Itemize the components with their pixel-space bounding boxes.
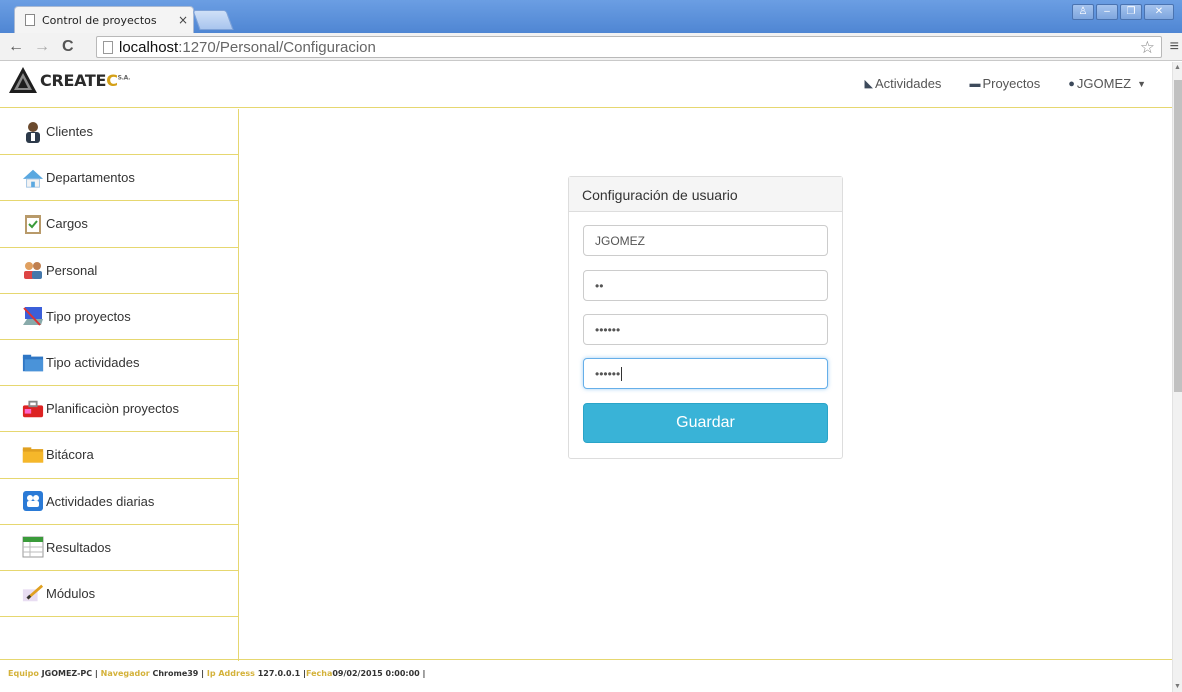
nav-actividades[interactable]: ◣ Actividades bbox=[864, 76, 941, 91]
client-icon bbox=[22, 121, 44, 143]
sidebar-item-label: Departamentos bbox=[46, 170, 135, 186]
user-switch-icon[interactable]: ♙ bbox=[1072, 4, 1094, 20]
tab-title: Control de proyectos bbox=[42, 13, 157, 27]
guardar-button[interactable]: Guardar bbox=[583, 403, 828, 443]
close-window-button[interactable]: ✕ bbox=[1144, 4, 1174, 20]
bookmark-star-icon[interactable]: ☆ bbox=[1140, 38, 1155, 58]
pencil-icon bbox=[22, 582, 44, 604]
footer-status: Equipo JGOMEZ-PC | Navegador Chrome39 | … bbox=[0, 659, 1172, 692]
minimize-button[interactable]: – bbox=[1096, 4, 1118, 20]
top-navbar: CREATECS.A. ◣ Actividades ▬ Proyectos ● … bbox=[0, 62, 1172, 108]
sidebar-item-label: Actividades diarias bbox=[46, 493, 155, 509]
back-button[interactable]: ← bbox=[8, 37, 24, 57]
sidebar-item-personal[interactable]: Personal bbox=[0, 248, 238, 294]
caret-down-icon: ▼ bbox=[1137, 78, 1146, 89]
forward-button[interactable]: → bbox=[34, 37, 50, 57]
people-icon bbox=[22, 259, 44, 281]
address-bar[interactable]: localhost:1270/Personal/Configuracion ☆ bbox=[96, 36, 1162, 58]
sidebar-item-clientes[interactable]: Clientes bbox=[0, 109, 238, 156]
sidebar-item-resultados[interactable]: Resultados bbox=[0, 525, 238, 571]
window-controls: ♙ – ❐ ✕ bbox=[1072, 4, 1174, 20]
messenger-icon bbox=[22, 490, 44, 512]
sidebar-item-label: Tipo actividades bbox=[46, 355, 140, 371]
nav-proyectos[interactable]: ▬ Proyectos bbox=[969, 76, 1040, 91]
url-path: :1270/Personal/Configuracion bbox=[178, 38, 376, 56]
new-tab-button[interactable] bbox=[192, 10, 234, 30]
confirm-password-field[interactable]: •••••• bbox=[583, 358, 828, 389]
browser-tab[interactable]: Control de proyectos × bbox=[14, 6, 194, 33]
user-icon: ● bbox=[1068, 77, 1075, 90]
page-content: CREATECS.A. ◣ Actividades ▬ Proyectos ● … bbox=[0, 62, 1172, 692]
sidebar: Clientes Departamentos Cargos Personal T… bbox=[0, 109, 239, 661]
reload-button[interactable]: C bbox=[62, 37, 74, 57]
panel-title: Configuración de usuario bbox=[569, 177, 842, 212]
computer-icon bbox=[22, 305, 44, 327]
tab-close-button[interactable]: × bbox=[173, 13, 193, 27]
page-info-icon bbox=[103, 40, 113, 54]
sidebar-item-label: Personal bbox=[46, 262, 98, 278]
logo-triangle-icon bbox=[9, 67, 37, 93]
chrome-menu-icon[interactable]: ≡ bbox=[1170, 38, 1179, 56]
logo[interactable]: CREATECS.A. bbox=[8, 66, 130, 94]
sidebar-item-tipo-proyectos[interactable]: Tipo proyectos bbox=[0, 294, 238, 340]
new-password-field[interactable]: •••••• bbox=[583, 314, 828, 345]
sidebar-item-planificacion-proyectos[interactable]: Planificaciòn proyectos bbox=[0, 386, 238, 433]
username-field[interactable]: JGOMEZ bbox=[583, 225, 828, 256]
folder-blue-icon bbox=[22, 352, 44, 374]
sidebar-item-departamentos[interactable]: Departamentos bbox=[0, 155, 238, 202]
sidebar-item-actividades-diarias[interactable]: Actividades diarias bbox=[0, 479, 238, 525]
toolbox-icon bbox=[22, 398, 44, 420]
folder-icon: ▬ bbox=[969, 77, 981, 90]
navbar-links: ◣ Actividades ▬ Proyectos ● JGOMEZ ▼ bbox=[864, 76, 1146, 91]
sidebar-item-bitacora[interactable]: Bitácora bbox=[0, 432, 238, 479]
logo-text: CREATECS.A. bbox=[40, 70, 131, 90]
restore-button[interactable]: ❐ bbox=[1120, 4, 1142, 20]
spreadsheet-icon bbox=[22, 536, 44, 558]
browser-titlebar: Control de proyectos × ♙ – ❐ ✕ bbox=[0, 0, 1182, 33]
page-scrollbar[interactable]: ▲ ▼ bbox=[1172, 62, 1182, 692]
sidebar-item-tipo-actividades[interactable]: Tipo actividades bbox=[0, 340, 238, 387]
sidebar-item-label: Módulos bbox=[46, 585, 96, 601]
nav-user-menu[interactable]: ● JGOMEZ ▼ bbox=[1068, 76, 1146, 91]
current-password-field[interactable]: •• bbox=[583, 270, 828, 301]
scroll-thumb[interactable] bbox=[1174, 80, 1182, 392]
sidebar-item-label: Resultados bbox=[46, 539, 112, 555]
user-config-panel: Configuración de usuario JGOMEZ •• •••••… bbox=[568, 176, 843, 459]
sidebar-item-cargos[interactable]: Cargos bbox=[0, 201, 238, 248]
folder-yellow-icon bbox=[22, 444, 44, 466]
sidebar-item-modulos[interactable]: Módulos bbox=[0, 571, 238, 618]
sidebar-item-label: Bitácora bbox=[46, 447, 94, 463]
home-icon bbox=[22, 167, 44, 189]
browser-toolbar: ← → C localhost:1270/Personal/Configurac… bbox=[0, 33, 1182, 61]
sidebar-item-label: Tipo proyectos bbox=[46, 308, 131, 324]
url-host: localhost bbox=[119, 38, 179, 56]
tag-icon: ◣ bbox=[864, 78, 873, 90]
page-icon bbox=[25, 14, 35, 26]
sidebar-item-label: Planificaciòn proyectos bbox=[46, 401, 179, 417]
scroll-down-icon[interactable]: ▼ bbox=[1174, 683, 1181, 690]
scroll-up-icon[interactable]: ▲ bbox=[1174, 64, 1181, 71]
sidebar-item-label: Clientes bbox=[46, 124, 93, 140]
sidebar-item-label: Cargos bbox=[46, 216, 88, 232]
text-cursor bbox=[621, 366, 623, 381]
clipboard-icon bbox=[22, 213, 44, 235]
